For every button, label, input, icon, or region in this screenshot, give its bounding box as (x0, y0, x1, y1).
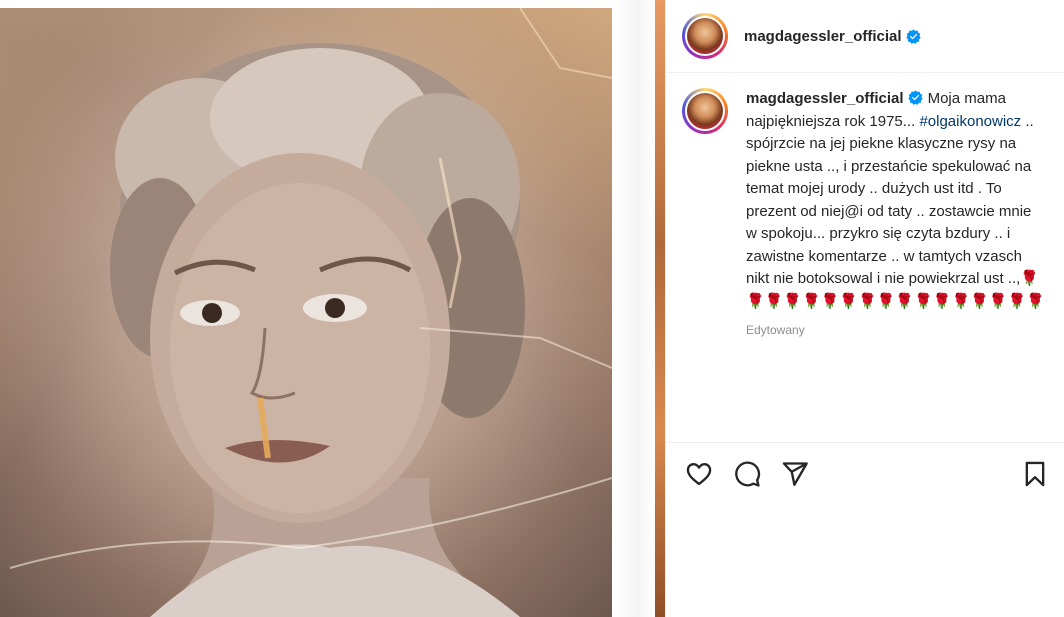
verified-badge-icon (907, 90, 923, 105)
caption-section: magdagessler_official Moja mama najpiękn… (666, 74, 1064, 442)
post-details-panel: magdagessler_official magdagessler_offic… (665, 0, 1064, 617)
action-bar (666, 442, 1064, 504)
bookmark-icon (1025, 461, 1045, 487)
portrait-illustration (9, 8, 612, 617)
caption-avatar[interactable] (682, 88, 728, 134)
comment-button[interactable] (732, 459, 762, 489)
share-icon (782, 462, 808, 486)
caption-username[interactable]: magdagessler_official (746, 90, 904, 107)
avatar-image (685, 16, 725, 56)
save-button[interactable] (1020, 459, 1050, 489)
post-author-username[interactable]: magdagessler_official (744, 28, 902, 45)
image-top-margin (0, 0, 612, 8)
edited-label: Edytowany (746, 323, 805, 337)
post-header: magdagessler_official (666, 0, 1064, 73)
hashtag-link[interactable]: #olgaikonowicz (919, 113, 1021, 130)
avatar-image (685, 91, 725, 131)
caption-text-part2: .. spójrzcie na jej piekne klasyczne rys… (746, 112, 1038, 288)
post-image-area (0, 0, 665, 617)
comment-icon (735, 461, 761, 487)
post-photo[interactable] (0, 8, 612, 617)
profile-avatar[interactable] (682, 13, 728, 59)
heart-icon (686, 463, 712, 486)
caption: magdagessler_official Moja mama najpiękn… (746, 88, 1046, 442)
share-button[interactable] (780, 459, 810, 489)
like-button[interactable] (684, 459, 714, 489)
verified-badge-icon (905, 28, 921, 44)
